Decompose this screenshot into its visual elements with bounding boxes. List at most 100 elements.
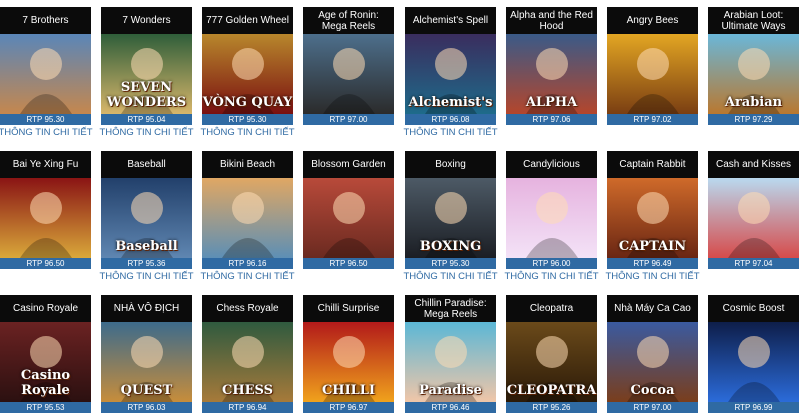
- game-card[interactable]: Bikini Beach RTP 96.16: [202, 151, 293, 269]
- game-thumbnail: VÒNG QUAY: [202, 34, 293, 114]
- game-thumbnail: CHESS: [202, 322, 293, 402]
- game-card[interactable]: Blossom Garden RTP 96.50: [303, 151, 394, 269]
- game-title: Arabian Loot: Ultimate Ways: [708, 7, 799, 34]
- game-title: 7 Brothers: [0, 7, 91, 34]
- game-title: Angry Bees: [607, 7, 698, 34]
- rtp-badge: RTP 97.00: [303, 114, 394, 125]
- game-card[interactable]: Boxing BOXING RTP 95.30: [405, 151, 496, 269]
- detail-link[interactable]: THÔNG TIN CHI TIẾT: [501, 271, 602, 285]
- game-card[interactable]: Chillin Paradise: Mega Reels Paradise RTP …: [405, 295, 496, 413]
- game-logo-text: Paradise: [419, 383, 482, 398]
- game-title: Blossom Garden: [303, 151, 394, 178]
- rtp-badge: RTP 95.30: [0, 114, 91, 125]
- game-title: Baseball: [101, 151, 192, 178]
- game-logo-text: QUEST: [120, 383, 173, 398]
- game-card[interactable]: Cleopatra CLEOPATRA RTP 95.26: [506, 295, 597, 413]
- game-title: Bai Ye Xing Fu: [0, 151, 91, 178]
- game-logo-text: CHESS: [221, 383, 274, 398]
- game-thumbnail: Arabian: [708, 34, 799, 114]
- game-thumbnail: CHILLI: [303, 322, 394, 402]
- game-thumbnail: Baseball: [101, 178, 192, 258]
- game-logo-text: CAPTAIN: [618, 239, 687, 254]
- rtp-badge: RTP 95.30: [202, 114, 293, 125]
- rtp-badge: RTP 95.53: [0, 402, 91, 413]
- game-thumbnail: CLEOPATRA: [506, 322, 597, 402]
- game-card[interactable]: 777 Golden Wheel VÒNG QUAY RTP 95.30: [202, 7, 293, 125]
- game-logo-text: Cocoa: [630, 383, 675, 398]
- game-title: Cash and Kisses: [708, 151, 799, 178]
- rtp-badge: RTP 96.00: [506, 258, 597, 269]
- detail-link[interactable]: THÔNG TIN CHI TIẾT: [197, 271, 298, 285]
- game-card[interactable]: Bai Ye Xing Fu RTP 96.50: [0, 151, 91, 269]
- rtp-badge: RTP 95.04: [101, 114, 192, 125]
- game-title: Bikini Beach: [202, 151, 293, 178]
- game-title: Cleopatra: [506, 295, 597, 322]
- game-thumbnail: [506, 178, 597, 258]
- game-thumbnail: Casino Royale: [0, 322, 91, 402]
- game-card[interactable]: 7 Wonders SEVEN WONDERS RTP 95.04: [101, 7, 192, 125]
- game-thumbnail: [303, 34, 394, 114]
- game-card[interactable]: Chess Royale CHESS RTP 96.94: [202, 295, 293, 413]
- game-card[interactable]: 7 Brothers RTP 95.30: [0, 7, 91, 125]
- rtp-badge: RTP 96.46: [405, 402, 496, 413]
- game-logo-text: CLEOPATRA: [506, 383, 597, 398]
- rtp-badge: RTP 97.04: [708, 258, 799, 269]
- game-card[interactable]: Chilli Surprise CHILLI RTP 96.97: [303, 295, 394, 413]
- game-logo-text: Baseball: [115, 239, 178, 254]
- game-thumbnail: QUEST: [101, 322, 192, 402]
- game-thumbnail: [202, 178, 293, 258]
- game-title: Cosmic Boost: [708, 295, 799, 322]
- game-card[interactable]: Alchemist's Spell Alchemist's RTP 96.08: [405, 7, 496, 125]
- game-thumbnail: Cocoa: [607, 322, 698, 402]
- rtp-badge: RTP 96.03: [101, 402, 192, 413]
- game-logo-text: BOXING: [419, 239, 482, 254]
- game-card[interactable]: Arabian Loot: Ultimate Ways Arabian RTP 97…: [708, 7, 799, 125]
- rtp-badge: RTP 95.26: [506, 402, 597, 413]
- detail-link[interactable]: THÔNG TIN CHI TIẾT: [602, 271, 703, 285]
- game-title: Candylicious: [506, 151, 597, 178]
- detail-link[interactable]: THÔNG TIN CHI TIẾT: [400, 271, 501, 285]
- game-title: Nhà Máy Ca Cao: [607, 295, 698, 322]
- rtp-badge: RTP 96.50: [0, 258, 91, 269]
- game-card[interactable]: Candylicious RTP 96.00: [506, 151, 597, 269]
- game-card[interactable]: Angry Bees RTP 97.02: [607, 7, 698, 125]
- rtp-badge: RTP 96.49: [607, 258, 698, 269]
- game-thumbnail: SEVEN WONDERS: [101, 34, 192, 114]
- game-card[interactable]: Cash and Kisses RTP 97.04: [708, 151, 799, 269]
- game-card[interactable]: Casino Royale Casino Royale RTP 95.53: [0, 295, 91, 413]
- game-card[interactable]: Nhà Máy Ca Cao Cocoa RTP 97.00: [607, 295, 698, 413]
- rtp-badge: RTP 97.02: [607, 114, 698, 125]
- rtp-badge: RTP 96.08: [405, 114, 496, 125]
- rtp-badge: RTP 96.94: [202, 402, 293, 413]
- game-title: 777 Golden Wheel: [202, 7, 293, 34]
- game-thumbnail: [303, 178, 394, 258]
- game-logo-text: CHILLI: [321, 383, 376, 398]
- rtp-badge: RTP 96.16: [202, 258, 293, 269]
- game-card[interactable]: Captain Rabbit CAPTAIN RTP 96.49: [607, 151, 698, 269]
- game-card[interactable]: Baseball Baseball RTP 95.36: [101, 151, 192, 269]
- game-grid: 7 Brothers RTP 95.30 THÔNG TIN CHI TIẾT 7 W…: [0, 0, 800, 413]
- game-logo-text: Casino Royale: [20, 368, 71, 398]
- detail-link[interactable]: THÔNG TIN CHI TIẾT: [400, 127, 501, 141]
- rtp-badge: RTP 97.06: [506, 114, 597, 125]
- game-thumbnail: Paradise: [405, 322, 496, 402]
- game-card[interactable]: Alpha and the Red Hood ALPHA RTP 97.06: [506, 7, 597, 125]
- detail-link[interactable]: THÔNG TIN CHI TIẾT: [96, 271, 197, 285]
- game-card[interactable]: Cosmic Boost RTP 96.99: [708, 295, 799, 413]
- game-title: Boxing: [405, 151, 496, 178]
- rtp-badge: RTP 95.36: [101, 258, 192, 269]
- rtp-badge: RTP 96.99: [708, 402, 799, 413]
- detail-link[interactable]: THÔNG TIN CHI TIẾT: [0, 127, 96, 141]
- detail-link[interactable]: THÔNG TIN CHI TIẾT: [96, 127, 197, 141]
- game-thumbnail: [708, 322, 799, 402]
- game-card[interactable]: Age of Ronin: Mega Reels RTP 97.00: [303, 7, 394, 125]
- game-title: Age of Ronin: Mega Reels: [303, 7, 394, 34]
- game-card[interactable]: NHÀ VÔ ĐỊCH QUEST RTP 96.03: [101, 295, 192, 413]
- game-thumbnail: ALPHA: [506, 34, 597, 114]
- game-title: Chillin Paradise: Mega Reels: [405, 295, 496, 322]
- rtp-badge: RTP 96.50: [303, 258, 394, 269]
- game-thumbnail: CAPTAIN: [607, 178, 698, 258]
- detail-link[interactable]: THÔNG TIN CHI TIẾT: [197, 127, 298, 141]
- game-title: Chilli Surprise: [303, 295, 394, 322]
- game-title: 7 Wonders: [101, 7, 192, 34]
